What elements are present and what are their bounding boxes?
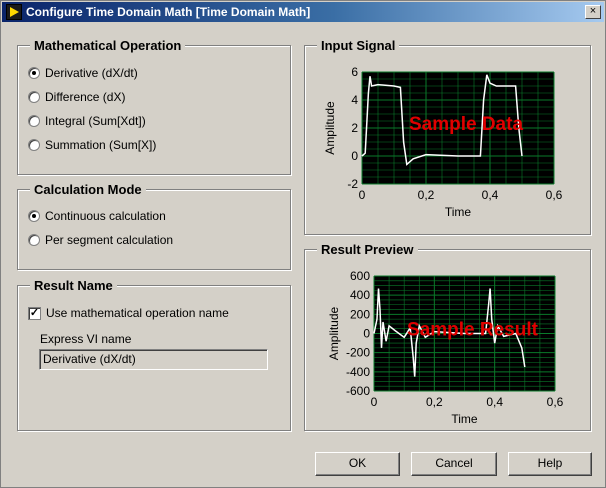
help-button[interactable]: Help xyxy=(508,452,592,476)
input-xtick-label: 0,6 xyxy=(546,188,563,202)
use-op-name-label: Use mathematical operation name xyxy=(46,306,229,320)
math-operation-group: Mathematical Operation Derivative (dX/dt… xyxy=(17,38,291,175)
radio-integral[interactable]: Integral (Sum[Xdt]) xyxy=(28,113,146,129)
result-xtick-label: 0 xyxy=(371,395,378,409)
radio-per-segment-indicator[interactable] xyxy=(28,234,40,246)
result-ytick-label: 600 xyxy=(350,269,370,283)
title-bar: Configure Time Domain Math [Time Domain … xyxy=(2,2,604,22)
result-xtick-label: 0,2 xyxy=(426,395,443,409)
radio-continuous-indicator[interactable] xyxy=(28,210,40,222)
result-ytick-label: -200 xyxy=(346,346,370,360)
radio-integral-label: Integral (Sum[Xdt]) xyxy=(45,114,146,128)
radio-integral-indicator[interactable] xyxy=(28,115,40,127)
input-xtick-label: 0 xyxy=(359,188,366,202)
math-operation-title: Mathematical Operation xyxy=(30,38,186,53)
result-xtick-label: 0,4 xyxy=(486,395,503,409)
calculation-mode-group: Calculation Mode Continuous calculation … xyxy=(17,182,291,270)
radio-per-segment-label: Per segment calculation xyxy=(45,233,174,247)
radio-per-segment[interactable]: Per segment calculation xyxy=(28,232,173,248)
input-ylabel: Amplitude xyxy=(323,101,337,155)
close-button[interactable]: × xyxy=(585,5,601,19)
input-xtick-label: 0,4 xyxy=(482,188,499,202)
result-ytick-label: 200 xyxy=(350,307,370,321)
labview-icon xyxy=(6,4,22,20)
input-xlabel: Time xyxy=(445,205,472,219)
ok-button[interactable]: OK xyxy=(315,452,400,476)
radio-summation-indicator[interactable] xyxy=(28,139,40,151)
radio-difference[interactable]: Difference (dX) xyxy=(28,89,125,105)
result-ytick-label: 0 xyxy=(363,327,370,341)
input-ytick-label: -2 xyxy=(347,177,358,191)
result-ytick-label: -600 xyxy=(346,384,370,398)
result-name-group: Result Name ✓ Use mathematical operation… xyxy=(17,278,291,431)
input-ytick-label: 0 xyxy=(351,149,358,163)
dialog-window: Configure Time Domain Math [Time Domain … xyxy=(0,0,606,488)
radio-derivative-label: Derivative (dX/dt) xyxy=(45,66,138,80)
input-signal-group: Input Signal 6 4 2 0 -2 0 0,2 0,4 0,6 Time Amplitu… xyxy=(304,38,591,235)
result-ytick-label: -400 xyxy=(346,365,370,379)
radio-difference-label: Difference (dX) xyxy=(45,90,126,104)
express-vi-name-label: Express VI name xyxy=(40,332,132,346)
input-ytick-label: 6 xyxy=(351,65,358,79)
input-overlay-text: Sample Data xyxy=(409,114,523,135)
cancel-button[interactable]: Cancel xyxy=(411,452,497,476)
result-preview-chart: 6004002000-200-400-6000 0,2 0,4 0,6TimeAmpl… xyxy=(327,269,564,426)
radio-derivative-indicator[interactable] xyxy=(28,67,40,79)
result-name-title: Result Name xyxy=(30,278,117,293)
input-signal-chart: 6420-20 0,2 0,4 0,6TimeAmplitude Sample Data xyxy=(323,65,563,219)
result-ytick-label: 400 xyxy=(350,288,370,302)
radio-derivative[interactable]: Derivative (dX/dt) xyxy=(28,65,138,81)
result-xtick-label: 0,6 xyxy=(547,395,564,409)
calculation-mode-title: Calculation Mode xyxy=(30,182,146,197)
window-title: Configure Time Domain Math [Time Domain … xyxy=(26,5,311,19)
input-xtick-label: 0,2 xyxy=(418,188,435,202)
radio-continuous-label: Continuous calculation xyxy=(45,209,166,223)
radio-difference-indicator[interactable] xyxy=(28,91,40,103)
result-xlabel: Time xyxy=(451,412,478,426)
radio-summation-label: Summation (Sum[X]) xyxy=(45,138,157,152)
radio-summation[interactable]: Summation (Sum[X]) xyxy=(28,137,156,153)
use-op-name-checkbox[interactable]: ✓ xyxy=(28,306,41,320)
express-vi-name-field[interactable]: Derivative (dX/dt) xyxy=(39,349,268,370)
use-op-name-row[interactable]: ✓ Use mathematical operation name xyxy=(28,305,229,321)
radio-continuous[interactable]: Continuous calculation xyxy=(28,208,166,224)
result-overlay-text: Sample Result xyxy=(407,320,539,341)
result-preview-group: Result Preview 600 400 200 0 -200 -400 -600 0 0,… xyxy=(304,242,591,431)
input-ytick-label: 4 xyxy=(351,93,358,107)
result-ylabel: Amplitude xyxy=(327,307,341,361)
input-ytick-label: 2 xyxy=(351,121,358,135)
